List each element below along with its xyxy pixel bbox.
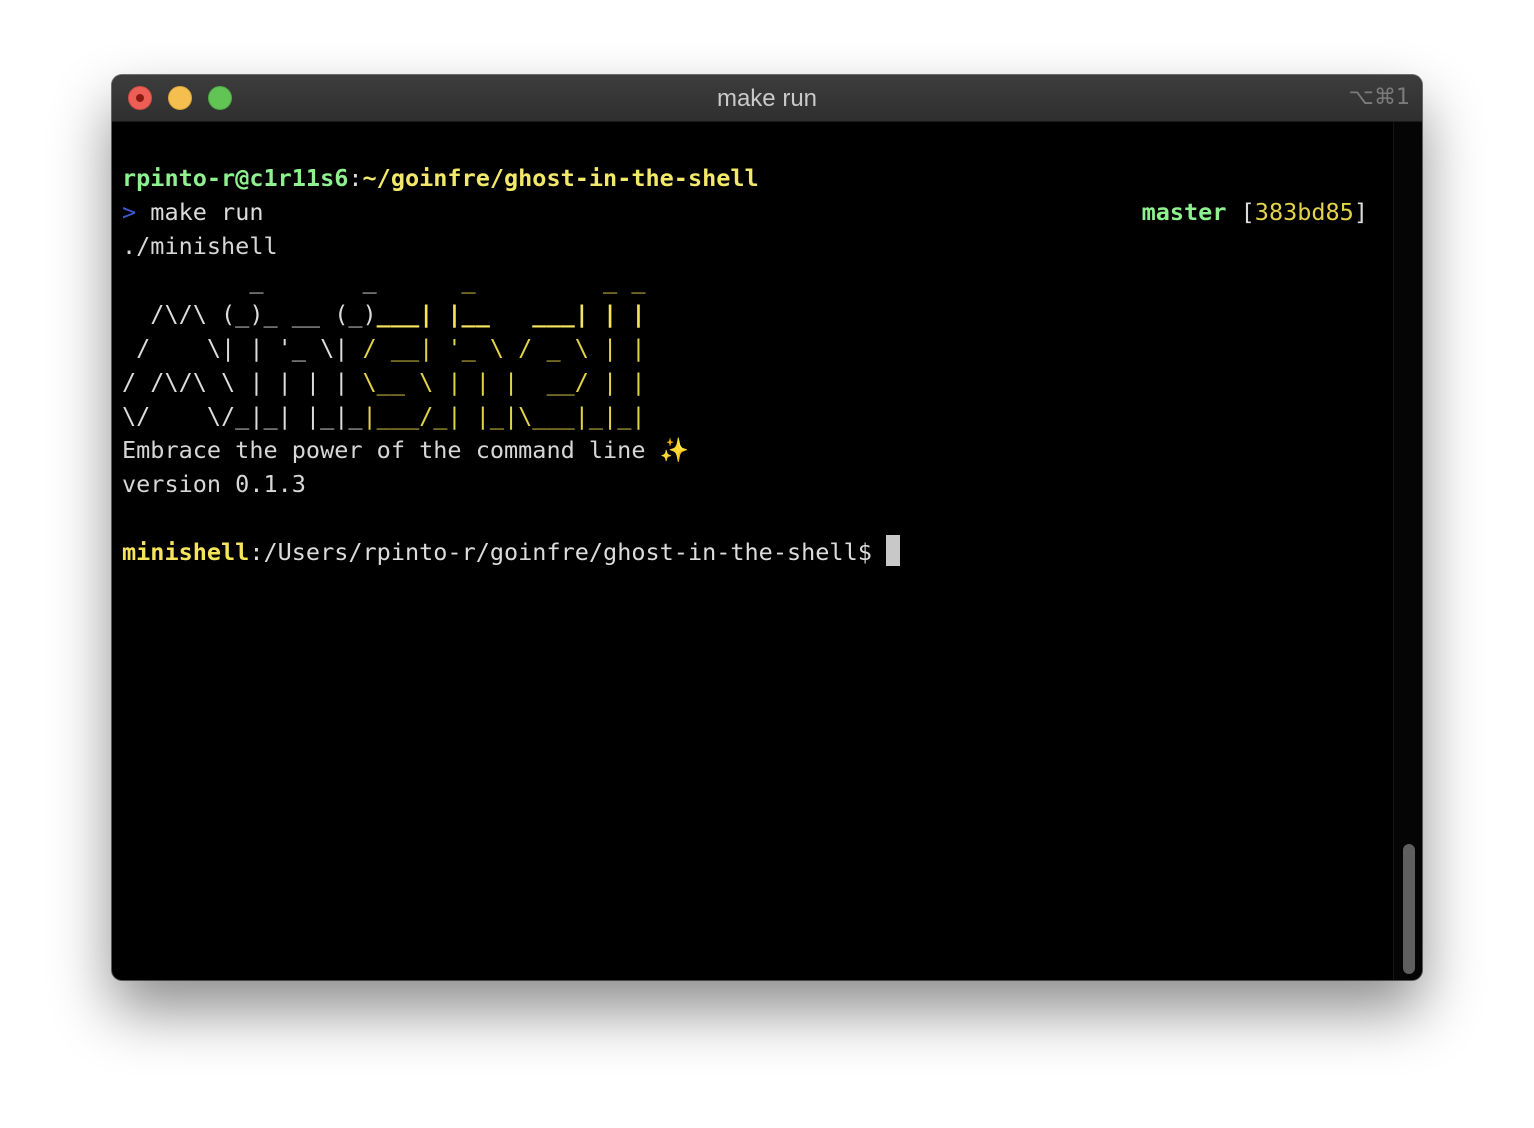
- git-bracket-close: ]: [1353, 198, 1368, 226]
- ascii-art-yellow: \__ \ | | | __/ | |: [362, 368, 646, 396]
- terminal-content[interactable]: rpinto-r@c1r11s6:~/goinfre/ghost-in-the-…: [122, 122, 1392, 980]
- git-status: master [383bd85]: [1142, 195, 1368, 229]
- minishell-prompt-line[interactable]: minishell:/Users/rpinto-r/goinfre/ghost-…: [122, 535, 901, 569]
- git-bracket-open: [: [1240, 198, 1255, 226]
- ascii-art-line: \/ \/_|_| |_|_|___/_| |_|\___|_|_|: [122, 399, 646, 433]
- ascii-art-plain: / \| | '_ \|: [122, 334, 363, 362]
- prompt-arrow-icon: >: [122, 198, 137, 226]
- ascii-art-plain: \/ \/_|_| |_|_: [122, 402, 363, 430]
- prompt-user-host: rpinto-r@c1r11s6: [122, 164, 349, 192]
- title-bar[interactable]: make run ⌥⌘1: [112, 75, 1422, 122]
- terminal-window: make run ⌥⌘1 rpinto-r@c1r11s6:~/goinfre/…: [112, 75, 1422, 980]
- ascii-art-plain: _ _: [122, 266, 434, 294]
- ascii-art-yellow: |___/_| |_|\___|_|_|: [362, 402, 646, 430]
- window-title: make run: [716, 85, 818, 112]
- text-cursor: [886, 535, 901, 566]
- scrollbar[interactable]: [1393, 122, 1422, 980]
- ascii-art-plain: /\/\ (_)_ __ (_): [122, 300, 377, 328]
- exec-line: ./minishell: [122, 232, 278, 260]
- git-hash: 383bd85: [1254, 198, 1354, 226]
- ascii-art-yellow: ___| |__ ___| | |: [376, 300, 646, 328]
- ascii-art-yellow: / __| '_ \ / _ \ | |: [362, 334, 646, 362]
- prompt-path: ~/goinfre/ghost-in-the-shell: [362, 164, 759, 192]
- git-branch: master: [1141, 198, 1227, 226]
- command-line: > make run: [122, 195, 264, 229]
- tab-shortcut: ⌥⌘1: [1348, 85, 1410, 110]
- minishell-symbol: $: [857, 538, 887, 566]
- prompt-line: rpinto-r@c1r11s6:~/goinfre/ghost-in-the-…: [122, 161, 759, 195]
- ascii-art-line: _ _ _ _ _: [122, 263, 646, 297]
- minishell-path: :/Users/rpinto-r/goinfre/ghost-in-the-sh…: [249, 538, 858, 566]
- version-line: version 0.1.3: [122, 470, 306, 498]
- tagline: Embrace the power of the command line ✨: [122, 436, 689, 464]
- ascii-art-plain: / /\/\ \ | | | |: [122, 368, 363, 396]
- minishell-name: minishell: [122, 538, 250, 566]
- prompt-separator: :: [348, 164, 363, 192]
- ascii-art-line: / /\/\ \ | | | | \__ \ | | | __/ | |: [122, 365, 646, 399]
- command-text: make run: [136, 198, 264, 226]
- scrollbar-thumb[interactable]: [1403, 844, 1415, 974]
- ascii-art-line: / \| | '_ \| / __| '_ \ / _ \ | |: [122, 331, 646, 365]
- ascii-art-line: /\/\ (_)_ __ (_)___| |__ ___| | |: [122, 297, 646, 331]
- ascii-art-yellow: _ _ _: [433, 266, 646, 294]
